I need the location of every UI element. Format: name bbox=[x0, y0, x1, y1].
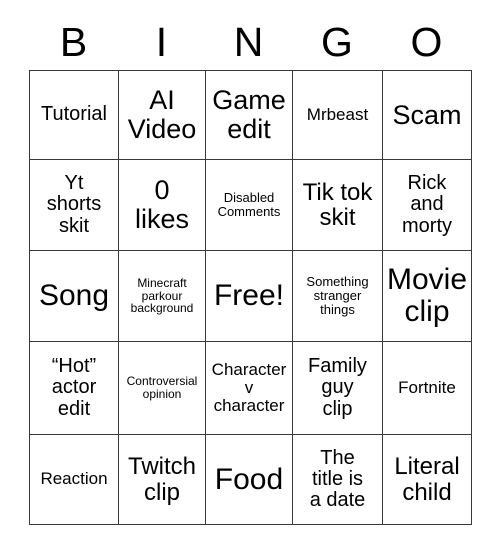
bingo-cell[interactable]: Something stranger things bbox=[292, 250, 383, 342]
bingo-cell[interactable]: Minecraft parkour background bbox=[118, 250, 206, 342]
bingo-cell[interactable]: Controversial opinion bbox=[118, 341, 206, 435]
bingo-card: B I N G O Tutorial AI Video Game edit Mrbe… bbox=[29, 14, 472, 525]
bingo-cell[interactable]: Tutorial bbox=[29, 70, 119, 160]
bingo-header-letter-n: N bbox=[233, 18, 264, 65]
bingo-cell[interactable]: Yt shorts skit bbox=[29, 159, 119, 251]
bingo-grid: Tutorial AI Video Game edit Mrbeast Scam Y… bbox=[29, 70, 472, 525]
bingo-cell[interactable]: Rick and morty bbox=[382, 159, 472, 251]
bingo-row: “Hot” actor edit Controversial opinion Char… bbox=[29, 341, 472, 435]
bingo-header-letter-g: G bbox=[321, 18, 353, 65]
bingo-cell[interactable]: The title is a date bbox=[292, 434, 383, 525]
bingo-cell[interactable]: Mrbeast bbox=[292, 70, 383, 160]
bingo-cell[interactable]: Food bbox=[205, 434, 293, 525]
bingo-header-letter-b: B bbox=[59, 18, 88, 65]
bingo-cell[interactable]: Song bbox=[29, 250, 119, 342]
bingo-cell[interactable]: AI Video bbox=[118, 70, 206, 160]
bingo-cell[interactable]: Reaction bbox=[29, 434, 119, 525]
bingo-cell[interactable]: Movie clip bbox=[382, 250, 472, 342]
bingo-cell[interactable]: Tik tok skit bbox=[292, 159, 383, 251]
bingo-cell[interactable]: “Hot” actor edit bbox=[29, 341, 119, 435]
bingo-cell[interactable]: Game edit bbox=[205, 70, 293, 160]
bingo-row: Song Minecraft parkour background Free! So… bbox=[29, 250, 472, 342]
bingo-cell[interactable]: Scam bbox=[382, 70, 472, 160]
bingo-header-letter-o: O bbox=[410, 18, 443, 65]
bingo-cell[interactable]: 0 likes bbox=[118, 159, 206, 251]
bingo-cell[interactable]: Family guy clip bbox=[292, 341, 383, 435]
bingo-header: B I N G O bbox=[29, 14, 471, 70]
bingo-header-letter-i: I bbox=[155, 18, 168, 65]
bingo-row: Tutorial AI Video Game edit Mrbeast Scam bbox=[29, 70, 472, 160]
bingo-cell[interactable]: Disabled Comments bbox=[205, 159, 293, 251]
bingo-cell-free[interactable]: Free! bbox=[205, 250, 293, 342]
bingo-cell[interactable]: Twitch clip bbox=[118, 434, 206, 525]
bingo-row: Yt shorts skit 0 likes Disabled Comments Tik… bbox=[29, 159, 472, 251]
bingo-row: Reaction Twitch clip Food The title is a da… bbox=[29, 434, 472, 525]
bingo-cell[interactable]: Fortnite bbox=[382, 341, 472, 435]
bingo-cell[interactable]: Literal child bbox=[382, 434, 472, 525]
bingo-cell[interactable]: Character v character bbox=[205, 341, 293, 435]
